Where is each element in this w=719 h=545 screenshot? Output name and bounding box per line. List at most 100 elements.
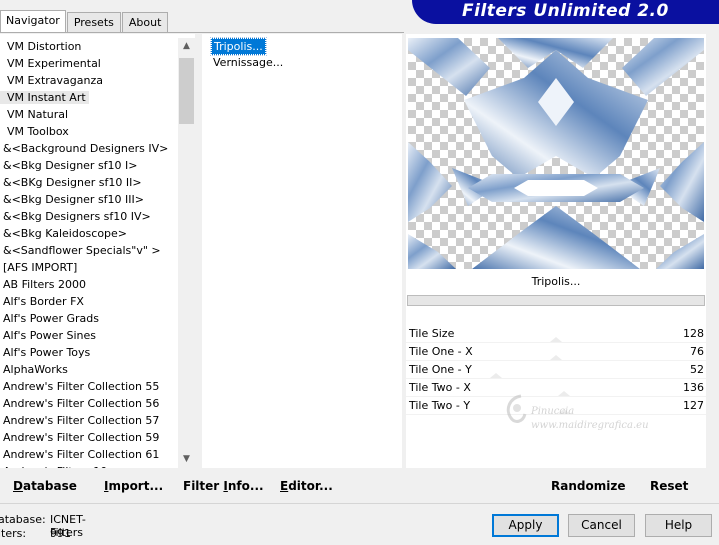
category-item-label: &<Background Designers IV> (3, 142, 169, 155)
category-item-label: VM Instant Art (0, 91, 89, 104)
parameter-value: 52 (690, 363, 704, 376)
category-item[interactable]: Alf's Power Toys (0, 344, 178, 361)
help-button[interactable]: Help (645, 514, 712, 537)
category-item-label: &<BKg Designer sf10 II> (3, 176, 142, 189)
category-item-label: VM Distortion (7, 40, 82, 53)
slider-marker-icon (490, 373, 502, 378)
category-item[interactable]: &<Bkg Designer sf10 I> (0, 157, 178, 174)
parameter-label: Tile One - X (409, 345, 473, 358)
category-item[interactable]: Alf's Power Grads (0, 310, 178, 327)
category-item[interactable]: VM Experimental (0, 55, 178, 72)
preview-image (408, 38, 704, 269)
slider-marker-icon (550, 355, 562, 360)
parameter-label: Tile One - Y (409, 363, 472, 376)
filter-item-vernissage[interactable]: Vernissage... (211, 55, 285, 72)
scroll-up-icon[interactable]: ▲ (178, 38, 195, 55)
category-item[interactable]: AlphaWorks (0, 361, 178, 378)
tab-navigator[interactable]: Navigator (0, 10, 66, 33)
category-item-label: VM Natural (7, 108, 69, 121)
category-item-label: &<Sandflower Specials"v" > (3, 244, 161, 257)
category-item[interactable]: Alf's Border FX (0, 293, 178, 310)
status-database-label: atabase: (0, 513, 46, 526)
editor-button[interactable]: Editor... (280, 478, 333, 496)
category-item-label: Andrew's Filter Collection 56 (3, 397, 160, 410)
cancel-button[interactable]: Cancel (568, 514, 635, 537)
category-item[interactable]: &<Background Designers IV> (0, 140, 178, 157)
category-item[interactable]: &<BKg Designer sf10 II> (0, 174, 178, 191)
category-item[interactable]: [AFS IMPORT] (0, 259, 178, 276)
category-item-label: VM Experimental (7, 57, 101, 70)
tab-divider (0, 32, 404, 33)
category-item-label: &<Bkg Kaleidoscope> (3, 227, 128, 240)
tab-bar: Navigator Presets About (0, 10, 169, 33)
category-item-label: VM Toolbox (7, 125, 69, 138)
reset-button[interactable]: Reset (650, 478, 688, 496)
category-panel: VM Distortion VM Experimental VM Extravaga… (0, 34, 195, 468)
parameter-label: Tile Two - X (409, 381, 471, 394)
category-item[interactable]: VM Distortion (0, 38, 178, 55)
progress-bar (407, 295, 705, 306)
banner-title: Filters Unlimited 2.0 (462, 1, 669, 21)
watermark-url: www.maidiregrafica.eu (531, 420, 649, 431)
database-mnemonic: D (13, 479, 23, 493)
editor-mnemonic: E (280, 479, 289, 493)
category-item[interactable]: Andrew's Filter Collection 56 (0, 395, 178, 412)
parameter-row[interactable]: Tile One - X 76 (406, 343, 706, 361)
category-item[interactable]: Andrew's Filter Collection 61 (0, 446, 178, 463)
category-item[interactable]: Alf's Power Sines (0, 327, 178, 344)
title-banner: Filters Unlimited 2.0 (412, 0, 719, 24)
category-list[interactable]: VM Distortion VM Experimental VM Extravaga… (0, 38, 178, 468)
category-item-label: Alf's Power Toys (3, 346, 91, 359)
category-item-label: Andrew's Filter Collection 55 (3, 380, 160, 393)
category-item-label: &<Bkg Designer sf10 III> (3, 193, 145, 206)
category-item[interactable]: AB Filters 2000 (0, 276, 178, 293)
category-item-label: Andrew's Filter Collection 57 (3, 414, 160, 427)
database-button[interactable]: Database (13, 478, 77, 496)
tab-presets[interactable]: Presets (66, 12, 121, 33)
category-item-label: Alf's Power Sines (3, 329, 96, 342)
category-item-label: Andrew's Filter Collection 61 (3, 448, 160, 461)
category-item-label: VM Extravaganza (7, 74, 104, 87)
parameter-value: 136 (683, 381, 704, 394)
apply-button[interactable]: Apply (492, 514, 559, 537)
parameter-row[interactable]: Tile One - Y 52 (406, 361, 706, 379)
category-item-label: Andrew's Filter Collection 59 (3, 431, 160, 444)
category-item[interactable]: &<Bkg Kaleidoscope> (0, 225, 178, 242)
category-item[interactable]: Andrew's Filters 10 (0, 463, 178, 468)
category-item-label: [AFS IMPORT] (3, 261, 78, 274)
category-item-label: AlphaWorks (3, 363, 68, 376)
category-item[interactable]: VM Instant Art (0, 89, 178, 106)
category-item[interactable]: VM Natural (0, 106, 178, 123)
category-item[interactable]: &<Bkg Designer sf10 III> (0, 191, 178, 208)
category-item[interactable]: &<Sandflower Specials"v" > (0, 242, 178, 259)
category-item-label: Alf's Power Grads (3, 312, 99, 325)
category-item[interactable]: Andrew's Filter Collection 55 (0, 378, 178, 395)
category-scrollbar[interactable]: ▲ ▼ (178, 38, 195, 468)
category-item-label: Alf's Border FX (3, 295, 84, 308)
parameter-value: 128 (683, 327, 704, 340)
status-filters-value: 991 (50, 527, 71, 540)
category-item-label: AB Filters 2000 (3, 278, 87, 291)
status-filters-label: lters: (0, 527, 27, 540)
slider-marker-icon (550, 337, 562, 342)
parameter-value: 127 (683, 399, 704, 412)
category-item-label: &<Bkg Designers sf10 IV> (3, 210, 151, 223)
parameter-row[interactable]: Tile Size 128 (406, 325, 706, 343)
tab-about[interactable]: About (121, 12, 169, 33)
import-button[interactable]: Import... (104, 478, 163, 496)
category-item[interactable]: Andrew's Filter Collection 57 (0, 412, 178, 429)
kaleidoscope-pattern (408, 38, 704, 269)
randomize-button[interactable]: Randomize (551, 478, 625, 496)
filter-item-tripolis[interactable]: Tripolis... (210, 37, 267, 56)
category-item[interactable]: Andrew's Filter Collection 59 (0, 429, 178, 446)
category-item-label: Andrew's Filters 10 (0, 465, 110, 468)
filter-info-button[interactable]: Filter Info... (183, 478, 264, 496)
category-item[interactable]: &<Bkg Designers sf10 IV> (0, 208, 178, 225)
category-item[interactable]: VM Extravaganza (0, 72, 178, 89)
parameter-value: 76 (690, 345, 704, 358)
parameter-label: Tile Size (409, 327, 455, 340)
scroll-thumb[interactable] (179, 58, 194, 124)
watermark-logo-icon (506, 394, 527, 423)
scroll-down-icon[interactable]: ▼ (178, 451, 195, 468)
category-item[interactable]: VM Toolbox (0, 123, 178, 140)
